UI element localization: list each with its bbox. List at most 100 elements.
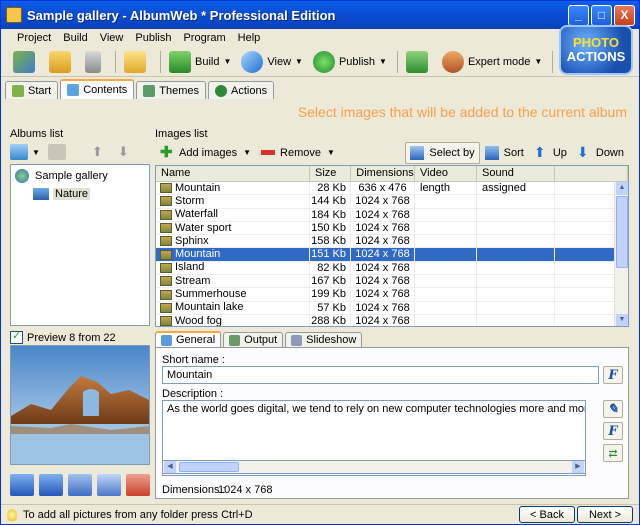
font-icon[interactable]: F: [603, 366, 623, 384]
column-dimensions[interactable]: Dimensions: [351, 166, 415, 181]
check-button[interactable]: [402, 49, 436, 75]
rotate-left-icon[interactable]: [39, 474, 63, 496]
album-up-button[interactable]: ⬆: [92, 144, 108, 160]
remove-album-button[interactable]: [47, 144, 66, 160]
logo-line-2: ACTIONS: [566, 49, 626, 64]
cell-video-length: [415, 275, 477, 288]
chevron-down-icon[interactable]: ▼: [295, 57, 303, 66]
text-icon[interactable]: [97, 474, 121, 496]
album-nature[interactable]: Nature: [11, 185, 149, 203]
album-root[interactable]: Sample gallery: [11, 167, 149, 185]
maximize-button[interactable]: □: [591, 4, 612, 26]
table-row[interactable]: Summerhouse 199 Kb 1024 x 768: [156, 288, 628, 302]
album-icon: [33, 188, 49, 200]
cell-sound-assigned: [477, 301, 555, 314]
album-down-button[interactable]: ⬇: [118, 144, 134, 160]
table-row[interactable]: Stream 167 Kb 1024 x 768: [156, 275, 628, 289]
description-hscrollbar[interactable]: ◀ ▶: [162, 460, 586, 474]
chevron-down-icon[interactable]: ▼: [223, 57, 231, 66]
description-label: Description :: [162, 388, 224, 400]
albums-toolbar: ▼ ⬆ ⬇: [10, 141, 150, 163]
table-row[interactable]: Wood fog 288 Kb 1024 x 768: [156, 314, 628, 327]
tab-start[interactable]: Start: [5, 81, 59, 99]
menu-help[interactable]: Help: [238, 32, 261, 44]
cell-sound-assigned: [477, 195, 555, 208]
folder-open-icon: [49, 50, 71, 73]
back-button[interactable]: < Back: [519, 506, 575, 523]
scroll-right-icon[interactable]: ▶: [572, 461, 584, 473]
menu-view[interactable]: View: [100, 32, 124, 44]
save-project-button[interactable]: [81, 49, 109, 75]
menu-program[interactable]: Program: [183, 32, 225, 44]
tab-output[interactable]: Output: [223, 332, 284, 347]
up-label: Up: [552, 146, 567, 159]
column-sound-assigned[interactable]: Sound assigned: [477, 166, 555, 194]
column-size[interactable]: Size: [310, 166, 351, 181]
minimize-button[interactable]: _: [568, 4, 589, 26]
view-button[interactable]: View ▼: [237, 49, 307, 75]
scroll-thumb[interactable]: [616, 196, 628, 268]
chevron-down-icon[interactable]: ▼: [327, 148, 335, 157]
preview-checkbox[interactable]: [10, 329, 23, 344]
column-video-length[interactable]: Video length: [415, 166, 477, 194]
table-row[interactable]: Mountain 28 Kb 636 x 476: [156, 182, 628, 196]
cell-sound-assigned: [477, 235, 555, 248]
expert-mode-button[interactable]: Expert mode ▼: [438, 49, 546, 75]
tab-slideshow[interactable]: Slideshow: [285, 332, 363, 347]
table-scrollbar[interactable]: ▲ ▼: [614, 182, 628, 326]
scroll-down-icon[interactable]: ▼: [616, 314, 628, 326]
image-name: Storm: [175, 195, 205, 207]
table-row[interactable]: Mountain lake 57 Kb 1024 x 768: [156, 301, 628, 315]
publish-button[interactable]: Publish ▼: [309, 49, 391, 75]
image-name: Island: [175, 261, 205, 274]
watermark-icon[interactable]: [126, 474, 150, 496]
close-button[interactable]: X: [614, 4, 635, 26]
new-project-button[interactable]: [9, 49, 43, 75]
build-button[interactable]: Build ▼: [165, 49, 235, 75]
table-row[interactable]: Water sport 150 Kb 1024 x 768: [156, 221, 628, 236]
rotate-right-icon[interactable]: [10, 474, 34, 496]
sort-button[interactable]: Sort: [480, 142, 529, 164]
tab-contents[interactable]: Contents: [60, 79, 135, 99]
tab-themes[interactable]: Themes: [136, 81, 207, 99]
start-icon: [12, 84, 24, 97]
tab-general[interactable]: General: [155, 331, 222, 347]
swap-icon[interactable]: ⇄: [603, 444, 623, 462]
hls-icon[interactable]: [68, 474, 92, 496]
image-name: Wood fog: [175, 314, 222, 327]
menu-build[interactable]: Build: [63, 32, 87, 44]
chevron-down-icon[interactable]: ▼: [32, 148, 40, 157]
edit-icon[interactable]: ✎: [603, 400, 623, 418]
menu-publish[interactable]: Publish: [135, 32, 171, 44]
short-name-input[interactable]: Mountain: [162, 366, 599, 384]
scroll-left-icon[interactable]: ◀: [164, 461, 176, 473]
scroll-thumb[interactable]: [179, 462, 239, 472]
select-by-button[interactable]: Select by: [405, 141, 480, 164]
scroll-up-icon[interactable]: ▲: [616, 182, 628, 195]
open-folder-button[interactable]: [120, 49, 154, 75]
table-row[interactable]: Sphinx 158 Kb 1024 x 768: [156, 235, 628, 249]
column-name[interactable]: Name: [156, 166, 310, 181]
chevron-down-icon[interactable]: ▼: [534, 57, 542, 66]
add-images-button[interactable]: ✚ Add images ▼: [155, 142, 256, 164]
open-project-button[interactable]: [45, 49, 79, 75]
cell-name: Island: [156, 261, 310, 275]
table-row[interactable]: Waterfall 184 Kb 1024 x 768: [156, 208, 628, 222]
move-up-button[interactable]: ⬆ Up: [529, 142, 572, 164]
tab-actions[interactable]: Actions: [208, 81, 275, 99]
table-row[interactable]: Mountain 151 Kb 1024 x 768: [156, 248, 628, 262]
move-down-button[interactable]: ⬇ Down: [572, 142, 629, 164]
menu-project[interactable]: Project: [17, 32, 51, 44]
chevron-down-icon[interactable]: ▼: [379, 57, 387, 66]
remove-button[interactable]: Remove ▼: [256, 142, 340, 164]
preview-toggle[interactable]: Preview 8 from 22: [10, 329, 116, 344]
next-button[interactable]: Next >: [577, 506, 633, 523]
add-album-button[interactable]: [10, 144, 28, 160]
toolbar-separator: [115, 50, 116, 73]
table-row[interactable]: Island 82 Kb 1024 x 768: [156, 261, 628, 276]
table-row[interactable]: Storm 144 Kb 1024 x 768: [156, 195, 628, 209]
albums-heading: Albums list: [10, 128, 64, 140]
font-icon[interactable]: F: [603, 422, 623, 440]
chevron-down-icon[interactable]: ▼: [243, 148, 251, 157]
title-bar[interactable]: Sample gallery - AlbumWeb * Professional…: [1, 1, 639, 29]
